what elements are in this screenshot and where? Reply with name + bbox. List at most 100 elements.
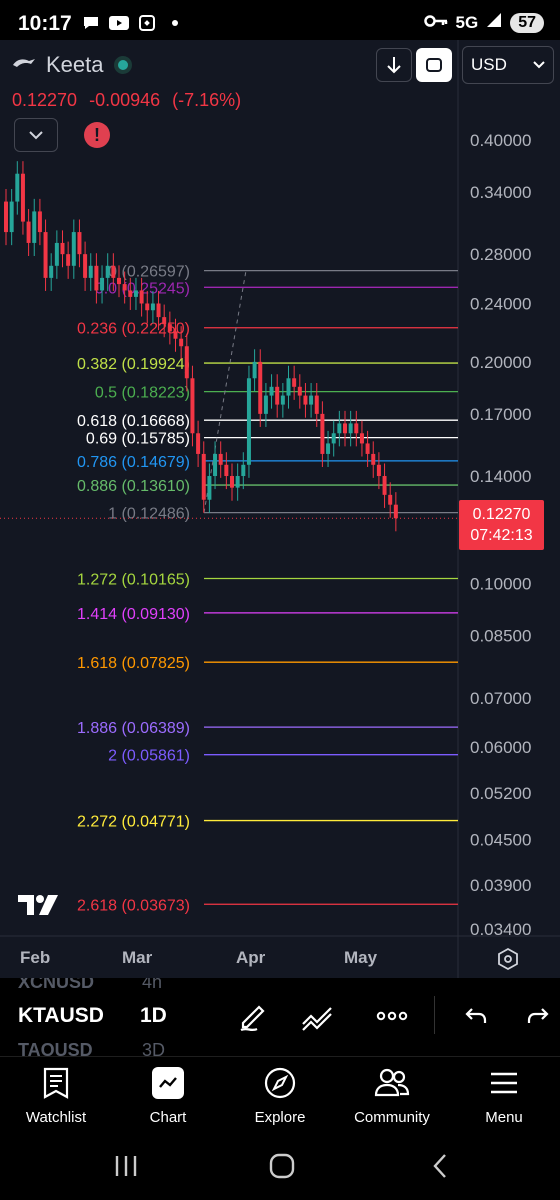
prev-symbol[interactable]: XCNUSD (18, 978, 94, 993)
symbol-toolbar[interactable]: XCNUSD 4h KTAUSD 1D TAOUSD 3D (0, 978, 560, 1056)
next-symbol[interactable]: TAOUSD (18, 1040, 93, 1056)
candle-body (348, 423, 353, 434)
back-icon (433, 1154, 446, 1178)
nav-watchlist[interactable]: Watchlist (0, 1063, 112, 1126)
signal-icon (486, 12, 502, 33)
youtube-icon (108, 13, 130, 33)
candle-body (218, 453, 223, 465)
candle-body (393, 504, 398, 519)
time-axis-label: Mar (122, 948, 153, 967)
time-axis-label: Apr (236, 948, 266, 967)
price-change: -0.00946 (89, 90, 161, 110)
time-axis-label: Feb (20, 948, 50, 967)
candle-body (252, 361, 257, 379)
recent-apps-button[interactable] (106, 1150, 146, 1182)
alert-icon[interactable]: ! (84, 122, 110, 148)
price-axis-label: 0.03900 (470, 876, 531, 895)
time-axis-label: May (344, 948, 378, 967)
back-button[interactable] (420, 1150, 460, 1182)
current-price-label: 0.12270 (472, 506, 531, 523)
candle-body (263, 395, 268, 414)
candle-body (331, 433, 336, 444)
candle-body (320, 413, 325, 454)
toolbar-divider (434, 996, 435, 1034)
fib-level-label: 2.272 (0.04771) (77, 814, 190, 831)
collapse-legend-button[interactable] (14, 118, 58, 152)
candle-body (60, 242, 65, 255)
fib-level-label: 0.382 (0.19924) (77, 356, 190, 373)
battery-indicator: 57 (510, 12, 544, 33)
currency-value: USD (471, 55, 507, 74)
candle-body (94, 265, 99, 291)
chevron-down-icon (533, 61, 545, 69)
chevron-down-icon (29, 131, 43, 140)
candle-body (4, 201, 8, 233)
current-price-tag: 0.12270 07:42:13 (459, 500, 544, 550)
price-axis-label: 0.03400 (470, 920, 531, 939)
frame-icon (426, 58, 442, 72)
candle-body (150, 303, 155, 311)
more-tools-button[interactable] (372, 996, 412, 1036)
chart-panel[interactable]: 0 (0.26597) 0.0 (0.25245) 0.236 (0.22250) 0… (0, 40, 560, 978)
bar-countdown: 07:42:13 (470, 527, 533, 544)
candle-body (26, 221, 31, 243)
fib-level-label: 0.5 (0.18223) (95, 385, 190, 402)
undo-button[interactable] (456, 996, 496, 1036)
candle-body (83, 254, 88, 278)
fib-level-label: 0.786 (0.14679) (77, 454, 190, 471)
price-axis-label: 0.17000 (470, 405, 531, 424)
price-axis-label: 0.20000 (470, 353, 531, 372)
trend-tools-button[interactable] (298, 996, 338, 1036)
candle-body (343, 423, 347, 434)
fullscreen-button[interactable] (416, 48, 452, 82)
keeta-logo-icon (12, 56, 36, 75)
candle-body (269, 386, 274, 396)
candle-body (275, 386, 280, 405)
candle-body (286, 378, 291, 396)
candle-body (309, 395, 314, 405)
candle-body (235, 476, 240, 488)
candle-body (359, 433, 364, 444)
home-icon (269, 1153, 295, 1179)
redo-button[interactable] (518, 996, 558, 1036)
compass-icon (264, 1067, 296, 1099)
status-time: 10:17 (18, 12, 72, 35)
candle-body (201, 453, 206, 500)
candle-body (207, 476, 212, 500)
chat-bubble-icon (80, 13, 102, 33)
fib-retracement[interactable]: 0 (0.26597)0.0 (0.25245)0.236 (0.22250)0… (77, 264, 458, 915)
nav-chart[interactable]: Chart (112, 1063, 224, 1126)
candle-body (139, 290, 144, 304)
candle-body (32, 211, 37, 243)
fib-level-label: 0.69 (0.15785) (86, 431, 190, 448)
arrow-down-icon (387, 57, 401, 74)
price-axis-label: 0.10000 (470, 575, 531, 594)
current-symbol[interactable]: KTAUSD (18, 1004, 104, 1028)
community-icon (374, 1068, 410, 1097)
more-dots-icon (376, 1011, 408, 1021)
candle-body (49, 265, 54, 278)
download-button[interactable] (376, 48, 412, 82)
nav-label: Menu (485, 1109, 523, 1126)
nav-explore[interactable]: Explore (224, 1063, 336, 1126)
candle-body (326, 443, 331, 454)
nav-menu[interactable]: Menu (448, 1063, 560, 1126)
candle-body (156, 303, 161, 318)
system-navigation-bar (0, 1132, 560, 1200)
nav-community[interactable]: Community (336, 1063, 448, 1126)
key-icon (423, 13, 448, 33)
candle-body (371, 453, 376, 465)
symbol-header[interactable]: Keeta (12, 52, 132, 78)
home-button[interactable] (262, 1150, 302, 1182)
candle-body (133, 290, 138, 297)
fib-level-label: 0.886 (0.13610) (77, 478, 190, 495)
current-timeframe[interactable]: 1D (140, 1004, 167, 1028)
candle-body (354, 423, 359, 434)
draw-tool-button[interactable] (234, 996, 274, 1036)
chart-settings-button[interactable] (494, 945, 522, 973)
last-price: 0.12270 (12, 90, 78, 110)
fib-level-label: 1.414 (0.09130) (77, 606, 190, 623)
candle-body (292, 378, 297, 387)
fib-level-label: 2.618 (0.03673) (77, 897, 190, 914)
currency-select[interactable]: USD (462, 46, 554, 84)
